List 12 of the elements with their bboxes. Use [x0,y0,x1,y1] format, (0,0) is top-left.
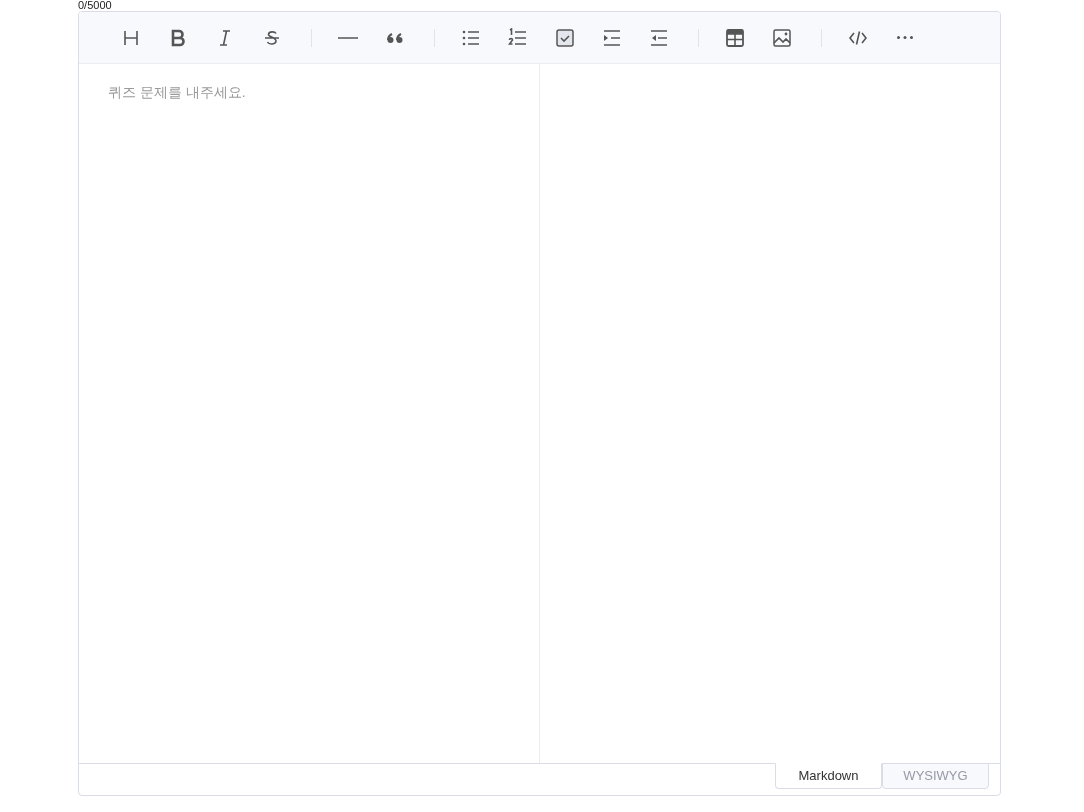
checkbox-icon [555,27,575,48]
outdent-icon [649,27,669,48]
indent-icon [602,27,622,48]
character-counter: 0/5000 [78,0,112,11]
table-icon [725,27,745,48]
mode-tab[interactable]: Markdown [775,763,882,789]
quote-icon [386,32,404,43]
numbered-list-icon [508,27,528,48]
more-icon [897,36,913,39]
image-icon [772,27,792,48]
horizontal-line-icon [338,36,358,39]
markdown-editor[interactable]: 퀴즈 문제를 내주세요. Markdown WYSIWYG [78,11,1001,796]
